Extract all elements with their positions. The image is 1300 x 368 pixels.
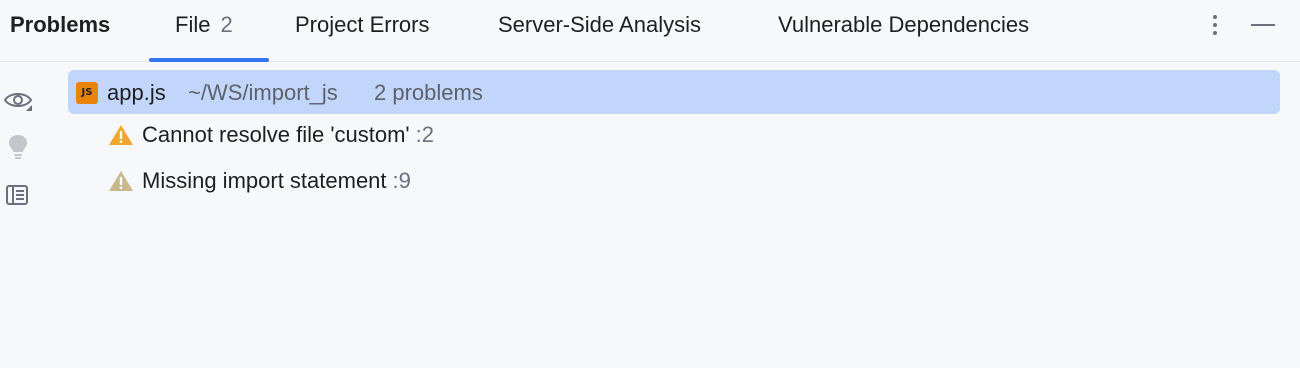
- more-vertical-icon[interactable]: [1200, 8, 1230, 40]
- tab-project-errors[interactable]: Project Errors: [295, 12, 429, 38]
- problem-text: Missing import statement: [142, 168, 387, 193]
- file-path: ~/WS/import_js: [188, 80, 338, 105]
- file-problem-count: 2 problems: [374, 80, 483, 105]
- active-tab-indicator: [149, 58, 269, 62]
- warning-icon: [109, 125, 133, 145]
- problems-toolbar: Problems File 2 Project Errors Server-Sid…: [0, 0, 1300, 62]
- tab-file-label: File: [175, 12, 211, 37]
- lightbulb-icon[interactable]: [2, 131, 34, 163]
- minimize-icon[interactable]: [1248, 8, 1278, 40]
- preview-icon[interactable]: [2, 180, 34, 212]
- javascript-file-icon: JS: [76, 82, 98, 104]
- tab-server-side-analysis[interactable]: Server-Side Analysis: [498, 12, 701, 38]
- file-name: app.js: [107, 80, 166, 105]
- tab-file[interactable]: File 2: [175, 12, 233, 38]
- problem-line: :2: [415, 122, 434, 147]
- weak-warning-icon: [109, 171, 133, 191]
- tab-file-count: 2: [220, 12, 233, 37]
- tab-vulnerable-dependencies[interactable]: Vulnerable Dependencies: [778, 12, 1029, 38]
- eye-icon[interactable]: [2, 84, 34, 116]
- panel-title: Problems: [10, 12, 111, 37]
- problem-text: Cannot resolve file 'custom': [142, 122, 410, 147]
- file-row[interactable]: JS app.js ~/WS/import_js 2 problems: [68, 70, 1280, 114]
- problem-line: :9: [392, 168, 411, 193]
